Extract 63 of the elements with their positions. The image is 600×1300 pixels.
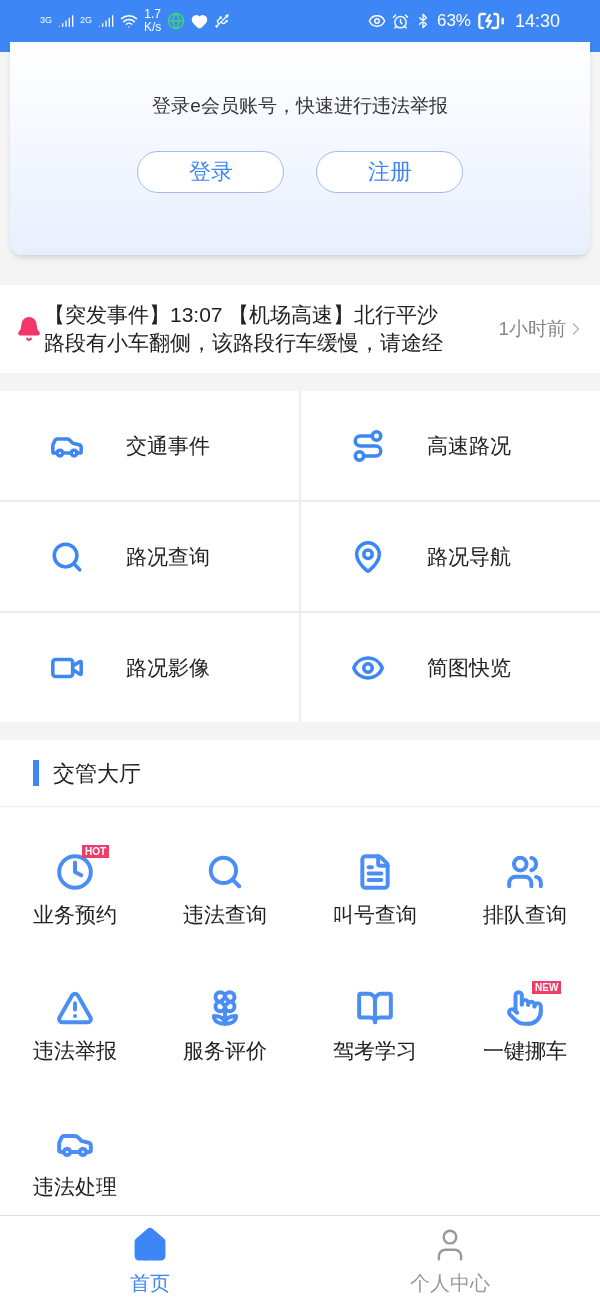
signal-icon: [58, 13, 74, 29]
hall-item[interactable]: HOT 业务预约: [0, 847, 150, 943]
network-label: 2G: [80, 14, 93, 28]
notice-text: 【突发事件】13:07 【机场高速】北行平沙路段有小车翻侧，该路段行车缓慢，请途经: [44, 302, 444, 356]
login-button[interactable]: 登录: [137, 150, 284, 193]
service-label: 路况查询: [126, 543, 210, 570]
hall-label: 业务预约: [33, 902, 117, 928]
hall-label: 违法举报: [33, 1038, 117, 1064]
globe-icon: [167, 12, 186, 30]
hall-item[interactable]: 叫号查询: [300, 847, 450, 943]
wifi-icon: [120, 12, 139, 30]
eye-icon: [367, 12, 386, 30]
search-icon: [206, 853, 244, 891]
hall-item[interactable]: 违法查询: [150, 847, 300, 943]
heart-icon: [191, 12, 209, 30]
hall-item[interactable]: NEW 一键挪车: [450, 983, 600, 1079]
service-label: 简图快览: [427, 654, 511, 681]
usb-icon: [214, 13, 231, 29]
speed-unit: K/s: [144, 21, 162, 34]
battery-percent: 63%: [436, 10, 471, 33]
notice-bar[interactable]: 【突发事件】13:07 【机场高速】北行平沙路段有小车翻侧，该路段行车缓慢，请途经 1小时前: [0, 285, 600, 373]
tab[interactable]: 首页: [0, 1216, 300, 1300]
section-marker: [33, 760, 39, 786]
notice-time: 1小时前: [498, 316, 566, 341]
service-tile[interactable]: 路况查询: [0, 502, 299, 611]
badge: NEW: [532, 981, 562, 994]
hall-label: 违法查询: [183, 902, 267, 928]
service-label: 交通事件: [126, 432, 210, 459]
hand-pointer-icon: [506, 989, 544, 1027]
signal-icon: [98, 13, 115, 29]
hall-item[interactable]: 违法处理: [0, 1119, 150, 1215]
clock-time: 14:30: [514, 9, 560, 33]
hall-label: 违法处理: [33, 1174, 117, 1200]
book-icon: [356, 989, 394, 1027]
service-tile[interactable]: 简图快览: [301, 613, 600, 722]
hall-label: 叫号查询: [333, 902, 417, 928]
service-tile[interactable]: 路况影像: [0, 613, 299, 722]
service-label: 路况导航: [427, 543, 511, 570]
users-icon: [506, 853, 544, 891]
service-label: 高速路况: [427, 432, 511, 459]
hall-item[interactable]: 违法举报: [0, 983, 150, 1079]
warning-icon: [56, 989, 94, 1027]
alarm-icon: [391, 12, 409, 30]
service-tile[interactable]: 高速路况: [301, 391, 600, 500]
service-tile[interactable]: 路况导航: [301, 502, 600, 611]
hall-label: 一键挪车: [483, 1038, 567, 1064]
hall-label: 驾考学习: [333, 1038, 417, 1064]
clock-icon: [56, 853, 94, 891]
speed-value: 1.7: [144, 8, 162, 21]
hall-label: 排队查询: [483, 902, 567, 928]
hall-item[interactable]: 驾考学习: [300, 983, 450, 1079]
service-tile[interactable]: 交通事件: [0, 391, 299, 500]
network-label: 3G: [40, 14, 52, 28]
service-label: 路况影像: [126, 654, 210, 681]
login-prompt: 登录e会员账号，快速进行违法举报: [152, 94, 448, 118]
section-title: 交管大厅: [53, 759, 141, 788]
badge: HOT: [82, 845, 110, 858]
register-button[interactable]: 注册: [316, 150, 463, 193]
hall-label: 服务评价: [183, 1038, 267, 1064]
hall-item[interactable]: 服务评价: [150, 983, 300, 1079]
bell-icon: [16, 316, 42, 342]
hall-item[interactable]: 排队查询: [450, 847, 600, 943]
search-icon: [50, 539, 84, 574]
